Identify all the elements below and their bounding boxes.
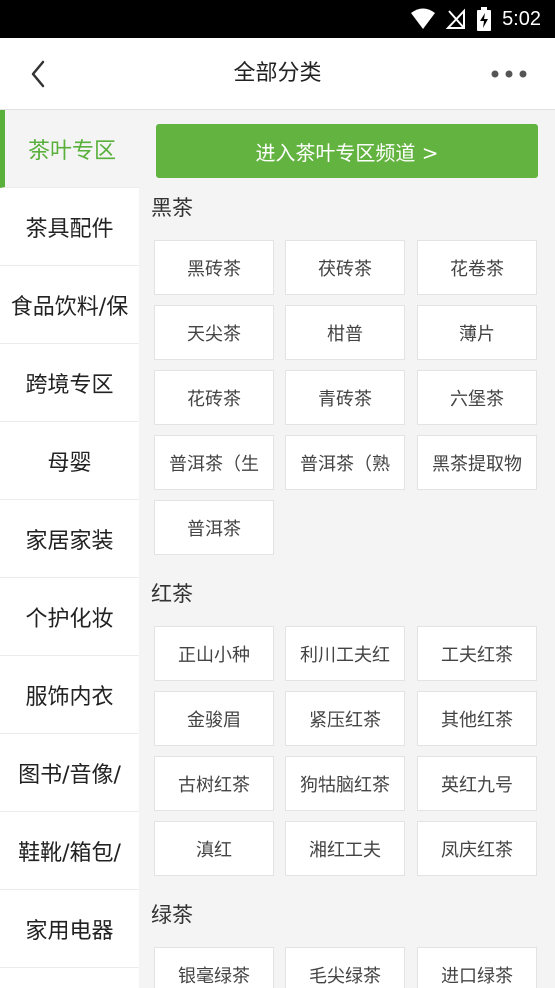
subcategory-item[interactable]: 青砖茶 [285, 370, 405, 425]
sidebar-item-label: 母婴 [47, 450, 92, 476]
sidebar-item-tea-ware[interactable]: 茶具配件 [0, 188, 139, 266]
subcategory-item[interactable]: 金骏眉 [154, 691, 274, 746]
header-bar: 全部分类 [0, 38, 555, 110]
back-button[interactable] [20, 56, 56, 92]
subcategory-item[interactable]: 薄片 [417, 305, 537, 360]
subcategory-item[interactable]: 花卷茶 [417, 240, 537, 295]
sidebar-item-home[interactable]: 家居家装 [0, 500, 139, 578]
subcategory-item[interactable]: 古树红茶 [154, 756, 274, 811]
subcategory-item[interactable]: 紧压红茶 [285, 691, 405, 746]
subcategory-item[interactable]: 银毫绿茶 [154, 947, 274, 988]
chevron-left-icon [31, 60, 45, 88]
page-title: 全部分类 [233, 61, 322, 86]
status-bar: 5:02 [0, 0, 555, 38]
subcategory-item[interactable]: 花砖茶 [154, 370, 274, 425]
subcategory-item[interactable]: 黑砖茶 [154, 240, 274, 295]
section-title: 黑茶 [151, 196, 193, 220]
no-signal-icon [446, 8, 466, 29]
sidebar-item-apparel[interactable]: 服饰内衣 [0, 656, 139, 734]
subcategory-item[interactable]: 利川工夫红 [285, 626, 405, 681]
sidebar-item-label: 家居家装 [25, 528, 114, 554]
sidebar-item-label: 茶叶专区 [27, 138, 116, 164]
status-time: 5:02 [502, 7, 541, 30]
enter-tea-channel-button[interactable]: 进入茶叶专区频道 > [156, 124, 538, 178]
sidebar-item-label: 服饰内衣 [25, 684, 114, 710]
section-title: 红茶 [151, 582, 193, 606]
sidebar-item-baby[interactable]: 母婴 [0, 422, 139, 500]
subcategory-item[interactable]: 工夫红茶 [417, 626, 537, 681]
subcategory-item[interactable]: 英红九号 [417, 756, 537, 811]
subcategory-item[interactable]: 茯砖茶 [285, 240, 405, 295]
more-dots-icon [491, 70, 527, 78]
subcategory-item[interactable]: 天尖茶 [154, 305, 274, 360]
sidebar-item-personal-care[interactable]: 个护化妆 [0, 578, 139, 656]
section-title: 绿茶 [151, 903, 193, 927]
sidebar-item-label: 家用电器 [25, 918, 114, 944]
sidebar-item-label: 鞋靴/箱包/ [18, 840, 121, 866]
subcategory-item[interactable]: 普洱茶（生 [154, 435, 274, 490]
category-content: 进入茶叶专区频道 > 黑茶 黑砖茶 茯砖茶 花卷茶 天尖茶 柑普 薄片 花砖茶 … [139, 110, 555, 988]
subcategory-item[interactable]: 正山小种 [154, 626, 274, 681]
subcategory-item[interactable]: 柑普 [285, 305, 405, 360]
subcategory-item[interactable]: 滇红 [154, 821, 274, 876]
sidebar-item-label: 个护化妆 [25, 606, 114, 632]
subcategory-item[interactable]: 其他红茶 [417, 691, 537, 746]
sidebar-item-label: 跨境专区 [25, 372, 114, 398]
sidebar-item-appliances[interactable]: 家用电器 [0, 890, 139, 968]
category-sidebar: 茶叶专区 茶具配件 食品饮料/保 跨境专区 母婴 家居家装 个护化妆 服饰内衣 … [0, 110, 139, 988]
subcategory-item[interactable]: 湘红工夫 [285, 821, 405, 876]
sidebar-item-cross-border[interactable]: 跨境专区 [0, 344, 139, 422]
subcategory-item[interactable]: 狗牯脑红茶 [285, 756, 405, 811]
more-button[interactable] [487, 60, 531, 88]
battery-charging-icon [477, 7, 492, 31]
subcategory-item[interactable]: 毛尖绿茶 [285, 947, 405, 988]
wifi-icon [411, 8, 436, 29]
sidebar-item-label: 图书/音像/ [18, 762, 121, 788]
sidebar-item-label: 食品饮料/保 [10, 294, 129, 320]
sidebar-item-books-media[interactable]: 图书/音像/ [0, 734, 139, 812]
sidebar-item-tea[interactable]: 茶叶专区 [0, 110, 139, 188]
subcategory-item[interactable]: 普洱茶 [154, 500, 274, 555]
sidebar-item-shoes-bags[interactable]: 鞋靴/箱包/ [0, 812, 139, 890]
sidebar-item-label: 茶具配件 [25, 216, 114, 242]
subcategory-item[interactable]: 普洱茶（熟 [285, 435, 405, 490]
subcategory-item[interactable]: 进口绿茶 [417, 947, 537, 988]
subcategory-item[interactable]: 六堡茶 [417, 370, 537, 425]
status-icons: 5:02 [410, 0, 541, 38]
subcategory-item[interactable]: 凤庆红茶 [417, 821, 537, 876]
sidebar-item-food-drinks[interactable]: 食品饮料/保 [0, 266, 139, 344]
subcategory-item[interactable]: 黑茶提取物 [417, 435, 537, 490]
